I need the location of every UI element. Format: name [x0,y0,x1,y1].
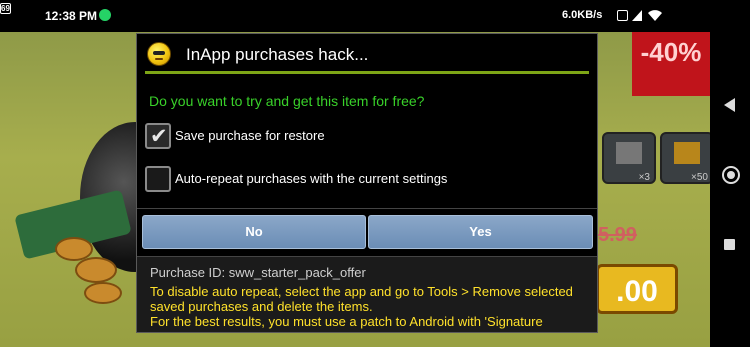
info-text: To disable auto repeat, select the app a… [150,284,590,329]
recents-icon[interactable] [724,239,735,250]
navigation-bar [710,32,750,347]
slot-count: ×3 [638,172,650,183]
smiley-icon [147,42,171,66]
buy-button[interactable]: .00 [596,264,678,314]
alarm-icon [617,10,628,21]
title-divider [145,71,589,74]
auto-repeat-option[interactable]: Auto-repeat purchases with the current s… [145,166,585,192]
item-box-icon [616,142,642,164]
option-label: Save purchase for restore [175,128,325,143]
slot-count: ×50 [691,172,708,183]
item-slot-rank[interactable]: ×50 [660,132,714,184]
sim-icon [632,10,642,21]
old-price: 5.99 [598,224,637,246]
coin-image [84,282,122,304]
dialog-header: InApp purchases hack... [137,34,597,72]
dialog-question: Do you want to try and get this item for… [149,93,425,109]
status-time: 12:38 PM [45,9,98,23]
checkmark-icon: ✔ [150,124,168,148]
save-purchase-option[interactable]: ✔ Save purchase for restore [145,123,585,149]
discount-badge: -40% [632,32,710,96]
dialog-title: InApp purchases hack... [186,45,369,64]
purchase-id: Purchase ID: sww_starter_pack_offer [150,265,366,280]
no-button[interactable]: No [142,215,366,249]
inapp-hack-dialog: InApp purchases hack... Do you want to t… [136,33,598,333]
auto-repeat-checkbox[interactable] [145,166,171,192]
battery-icon: 69 [0,3,11,14]
network-speed: 6.0KB/s [562,9,603,21]
save-purchase-checkbox[interactable]: ✔ [145,123,171,149]
whatsapp-icon [99,9,111,21]
home-icon[interactable] [722,166,740,184]
status-bar: 12:38 PM 6.0KB/s 69 [0,0,750,32]
back-icon[interactable] [724,98,735,112]
coin-image [75,257,117,283]
info-panel: Purchase ID: sww_starter_pack_offer To d… [137,256,597,332]
option-label: Auto-repeat purchases with the current s… [175,171,448,186]
item-slot-2x[interactable]: ×3 [602,132,656,184]
info-line: For the best results, you must use a pat… [150,314,543,329]
divider [137,208,597,209]
info-line: To disable auto repeat, select the app a… [150,284,573,314]
rank-chevron-icon [674,142,700,164]
yes-button[interactable]: Yes [368,215,593,249]
wifi-icon [648,10,662,21]
